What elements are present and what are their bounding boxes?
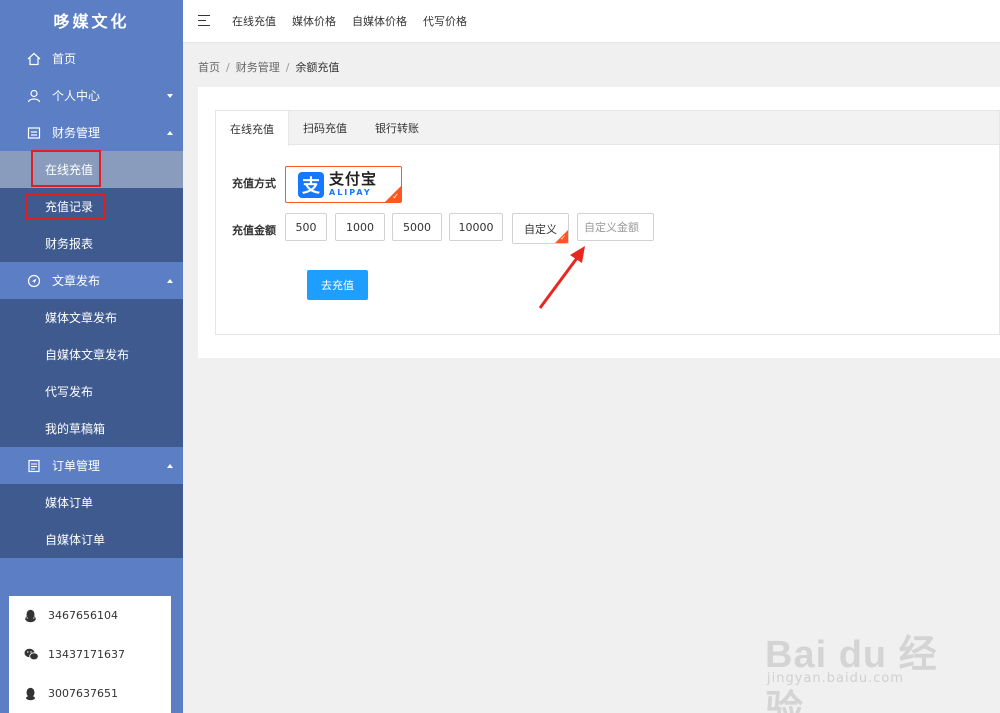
- amount-option-1000[interactable]: 1000: [335, 213, 385, 241]
- payment-method-label: 充值方式: [232, 177, 276, 190]
- nav-finance-label: 财务管理: [52, 126, 101, 140]
- alipay-option[interactable]: 支 支付宝 ALIPAY ✓: [285, 166, 402, 203]
- breadcrumb-home[interactable]: 首页: [198, 61, 220, 74]
- home-icon: [26, 51, 42, 67]
- chevron-down-icon: [167, 93, 173, 98]
- nav-personal-center[interactable]: 个人中心: [0, 77, 183, 114]
- tab-bar: 在线充值 扫码充值 银行转账: [216, 111, 999, 146]
- wallet-icon: [26, 125, 42, 141]
- tab-scan-recharge[interactable]: 扫码充值: [289, 111, 361, 144]
- sidebar-item-media-orders[interactable]: 媒体订单: [0, 484, 183, 521]
- article-submenu: 媒体文章发布 自媒体文章发布 代写发布 我的草稿箱: [0, 299, 183, 447]
- nav-article-label: 文章发布: [52, 274, 101, 288]
- sidebar-item-self-media-article[interactable]: 自媒体文章发布: [0, 336, 183, 373]
- qq-icon: [24, 687, 38, 701]
- watermark-url: jingyan.baidu.com: [767, 671, 904, 686]
- sidebar-item-ghostwrite[interactable]: 代写发布: [0, 373, 183, 410]
- highlight-box: [31, 150, 101, 187]
- menu-toggle-icon[interactable]: [198, 15, 212, 27]
- nav-home[interactable]: 首页: [0, 40, 183, 77]
- submit-recharge-button[interactable]: 去充值: [307, 270, 368, 300]
- contact-row[interactable]: 3007637651: [9, 674, 171, 713]
- top-link-media-price[interactable]: 媒体价格: [292, 13, 336, 29]
- sidebar-item-recharge-records[interactable]: 充值记录: [0, 188, 183, 225]
- amount-option-500[interactable]: 500: [285, 213, 327, 241]
- sidebar-item-finance-report[interactable]: 财务报表: [0, 225, 183, 262]
- sidebar-item-self-media-orders[interactable]: 自媒体订单: [0, 521, 183, 558]
- chevron-up-icon: [167, 463, 173, 468]
- app-logo: 哆媒文化: [53, 12, 130, 31]
- top-bar: 在线充值 媒体价格 自媒体价格 代写价格: [183, 0, 1000, 43]
- tab-online-recharge[interactable]: 在线充值: [216, 111, 289, 146]
- breadcrumb: 首页 / 财务管理 / 余额充值: [198, 61, 340, 74]
- custom-amount-input[interactable]: [577, 213, 654, 241]
- top-link-self-media-price[interactable]: 自媒体价格: [352, 13, 407, 29]
- nav-home-label: 首页: [52, 52, 77, 66]
- amount-option-10000[interactable]: 10000: [449, 213, 503, 241]
- nav-finance[interactable]: 财务管理: [0, 114, 183, 151]
- top-link-online-recharge[interactable]: 在线充值: [232, 13, 276, 29]
- contact-row[interactable]: 13437171637: [9, 635, 171, 674]
- chevron-up-icon: [167, 130, 173, 135]
- contact-row[interactable]: 3467656104: [9, 596, 171, 635]
- annotation-arrow: [538, 246, 585, 309]
- breadcrumb-current: 余额充值: [295, 61, 340, 74]
- send-icon: [26, 273, 42, 289]
- breadcrumb-finance[interactable]: 财务管理: [236, 61, 280, 74]
- tab-bank-transfer[interactable]: 银行转账: [361, 111, 433, 144]
- sidebar-item-drafts[interactable]: 我的草稿箱: [0, 410, 183, 447]
- document-icon: [26, 458, 42, 474]
- chevron-up-icon: [167, 278, 173, 283]
- baidu-watermark: Bai du 经验 jingyan.baidu.com: [765, 605, 965, 713]
- contact-panel: 3467656104 13437171637 3007637651: [9, 596, 171, 713]
- orders-submenu: 媒体订单 自媒体订单: [0, 484, 183, 558]
- qq-icon: [24, 609, 38, 623]
- top-link-ghostwrite-price[interactable]: 代写价格: [423, 13, 467, 29]
- highlight-box: [26, 193, 105, 220]
- nav-orders-label: 订单管理: [52, 459, 101, 473]
- finance-submenu: 在线充值 充值记录 财务报表: [0, 150, 183, 262]
- amount-option-5000[interactable]: 5000: [392, 213, 442, 241]
- check-icon: ✓: [392, 192, 399, 201]
- alipay-sublabel: ALIPAY: [329, 188, 372, 197]
- nav-orders[interactable]: 订单管理: [0, 447, 183, 484]
- alipay-icon: 支: [298, 171, 324, 198]
- alipay-label: 支付宝: [329, 170, 378, 188]
- nav-personal-center-label: 个人中心: [52, 89, 101, 103]
- sidebar-item-online-recharge[interactable]: 在线充值: [0, 150, 183, 188]
- watermark-logo: Bai du 经验: [765, 634, 938, 713]
- user-icon: [26, 88, 42, 104]
- amount-label: 充值金额: [232, 224, 276, 237]
- sidebar-item-media-article[interactable]: 媒体文章发布: [0, 299, 183, 336]
- sidebar: 哆媒文化 首页 个人中心 财务管理 在线充值 充值记录 财务报表 文章发布 媒体…: [0, 0, 183, 713]
- nav-article[interactable]: 文章发布: [0, 262, 183, 299]
- wechat-icon: [24, 648, 39, 662]
